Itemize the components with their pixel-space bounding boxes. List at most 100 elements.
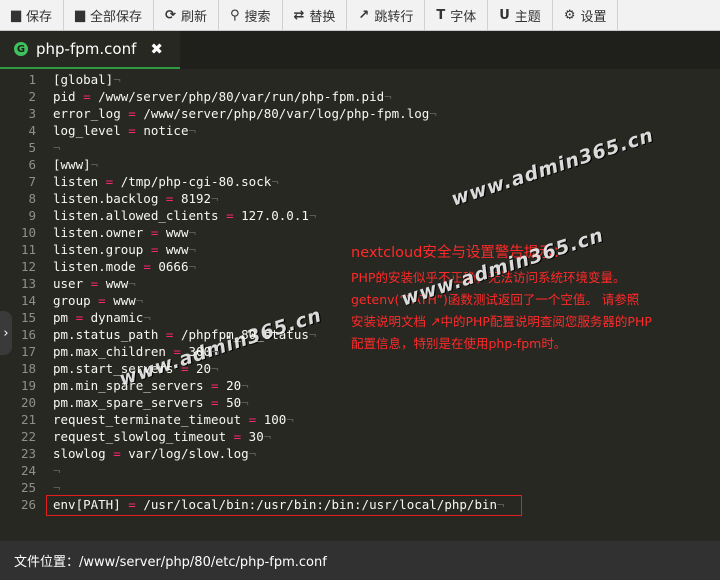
assign-operator: =	[68, 310, 91, 325]
config-key: pm.max_spare_servers	[53, 395, 204, 410]
line-number: 10	[20, 225, 36, 240]
assign-operator: =	[105, 446, 129, 461]
config-key: request_slowlog_timeout	[53, 429, 227, 444]
assign-operator: =	[120, 106, 144, 121]
toolbar-button-label: 跳转行	[374, 9, 414, 25]
code-line[interactable]: listen.mode = 0666¬	[53, 258, 196, 275]
status-bar: 文件位置：/www/server/php/80/etc/php-fpm.conf	[0, 541, 720, 580]
code-line[interactable]: [www]¬	[53, 156, 98, 173]
eol-marker: ¬	[211, 344, 219, 359]
code-line[interactable]: listen.owner = www¬	[53, 224, 196, 241]
eol-marker: ¬	[286, 412, 294, 427]
config-value: 30	[248, 429, 264, 444]
code-line[interactable]: log_level = notice¬	[53, 122, 196, 139]
code-line[interactable]: slowlog = var/log/slow.log¬	[53, 445, 256, 462]
toolbar-button[interactable]: ⚲ 搜索	[219, 0, 283, 30]
config-key: listen.owner	[53, 225, 144, 240]
line-number: 8	[28, 191, 36, 206]
toolbar-button-label: 替换	[309, 9, 336, 25]
config-value: /phpfpm_80_status	[180, 327, 309, 342]
config-value: /tmp/php-cgi-80.sock	[120, 174, 272, 189]
config-key: group	[53, 293, 91, 308]
assign-operator: =	[90, 293, 114, 308]
save-icon: ▆	[11, 7, 21, 23]
eol-marker: ¬	[308, 327, 317, 342]
config-key: pm.status_path	[53, 327, 159, 342]
code-line[interactable]: ¬	[53, 479, 61, 496]
config-value: www	[105, 276, 129, 291]
line-number: 3	[28, 106, 36, 121]
assign-operator: =	[75, 89, 99, 104]
code-line[interactable]: pid = /www/server/php/80/var/run/php-fpm…	[53, 88, 392, 105]
code-line[interactable]: request_slowlog_timeout = 30¬	[53, 428, 271, 445]
code-line[interactable]: error_log = /www/server/php/80/var/log/p…	[53, 105, 437, 122]
code-line[interactable]: listen = /tmp/php-cgi-80.sock¬	[53, 173, 279, 190]
assign-operator: =	[173, 361, 196, 376]
config-key: [www]	[53, 157, 91, 172]
code-line[interactable]: group = www¬	[53, 292, 143, 309]
config-value: notice	[143, 123, 189, 138]
toolbar-button[interactable]: ▆ 保存	[0, 0, 65, 30]
config-key: pm.start_servers	[53, 361, 174, 376]
code-line[interactable]: pm.min_spare_servers = 20¬	[53, 377, 249, 394]
code-line[interactable]: request_terminate_timeout = 100¬	[53, 411, 294, 428]
code-line[interactable]: pm.status_path = /phpfpm_80_status¬	[53, 326, 316, 343]
code-line[interactable]: pm.max_spare_servers = 50¬	[53, 394, 249, 411]
eol-marker: ¬	[248, 446, 257, 461]
config-value: 100	[263, 412, 287, 427]
line-number: 11	[20, 242, 36, 257]
eol-marker: ¬	[128, 276, 136, 291]
warning-note-body: PHP的安装似乎不正确，无法访问系统环境变量。 getenv(“PATH”)函数…	[351, 267, 703, 355]
code-line[interactable]: [global]¬	[53, 71, 121, 88]
code-line[interactable]: pm = dynamic¬	[53, 309, 151, 326]
assign-operator: =	[143, 242, 166, 257]
config-key: pm.min_spare_servers	[53, 378, 204, 393]
config-key: request_terminate_timeout	[53, 412, 242, 427]
toolbar-button[interactable]: ⟳ 刷新	[154, 0, 219, 30]
code-line[interactable]: user = www¬	[53, 275, 136, 292]
close-icon[interactable]: ✖	[150, 40, 163, 58]
code-line[interactable]: ¬	[53, 139, 61, 156]
config-value: 0666	[158, 259, 189, 274]
toolbar-button[interactable]: U 主题	[488, 0, 553, 30]
code-line[interactable]: ¬	[53, 462, 61, 479]
line-number: 2	[28, 89, 36, 104]
line-number: 19	[20, 378, 36, 393]
eol-marker: ¬	[241, 395, 249, 410]
code-line[interactable]: listen.group = www¬	[53, 241, 196, 258]
code-line[interactable]: pm.max_children = 300¬	[53, 343, 219, 360]
code-line[interactable]: pm.start_servers = 20¬	[53, 360, 219, 377]
replace-icon: ⇄	[293, 7, 305, 23]
toolbar-button[interactable]: ↗ 跳转行	[347, 0, 426, 30]
assign-operator: =	[143, 225, 166, 240]
toolbar-button[interactable]: ⇄ 替换	[283, 0, 348, 30]
tab-label: php-fpm.conf	[36, 40, 137, 58]
code-line[interactable]: env[PATH] = /usr/local/bin:/usr/bin:/bin…	[53, 496, 505, 513]
refresh-icon: ⟳	[165, 7, 176, 23]
toolbar-button-label: 字体	[450, 9, 477, 25]
warning-note-line: 安装说明文档 ↗中的PHP配置说明查阅您服务器的PHP	[351, 314, 652, 329]
assign-operator: =	[135, 259, 159, 274]
collapse-arrow-icon[interactable]: ›	[0, 311, 12, 355]
eol-marker: ¬	[135, 293, 144, 308]
toolbar-button-label: 搜索	[244, 9, 271, 25]
toolbar-button[interactable]: T 字体	[425, 0, 489, 30]
config-key: error_log	[53, 106, 121, 121]
toolbar-button-label: 主题	[514, 9, 541, 25]
code-editor[interactable]: 1 2 3 4 5 6 7 8 9 10 11 12 13 14 15 16 17 18 19 20 21 22 23 24 2…	[0, 69, 720, 541]
assign-operator: =	[120, 123, 144, 138]
code-line[interactable]: listen.allowed_clients = 127.0.0.1¬	[53, 207, 316, 224]
toolbar-button-label: 刷新	[180, 9, 207, 25]
eol-marker: ¬	[211, 191, 219, 206]
code-line[interactable]: listen.backlog = 8192¬	[53, 190, 219, 207]
config-key: pid	[53, 89, 76, 104]
tab-php-fpm-conf[interactable]: G php-fpm.conf ✖	[0, 31, 180, 69]
toolbar-button[interactable]: ▆ 全部保存	[64, 0, 155, 30]
tab-bar: G php-fpm.conf ✖	[0, 31, 720, 69]
config-key: pm	[53, 310, 69, 325]
toolbar-button[interactable]: ⚙ 设置	[553, 0, 619, 30]
eol-marker: ¬	[143, 310, 151, 325]
config-key: slowlog	[53, 446, 106, 461]
assign-operator: =	[218, 208, 242, 223]
config-value: 50	[226, 395, 242, 410]
